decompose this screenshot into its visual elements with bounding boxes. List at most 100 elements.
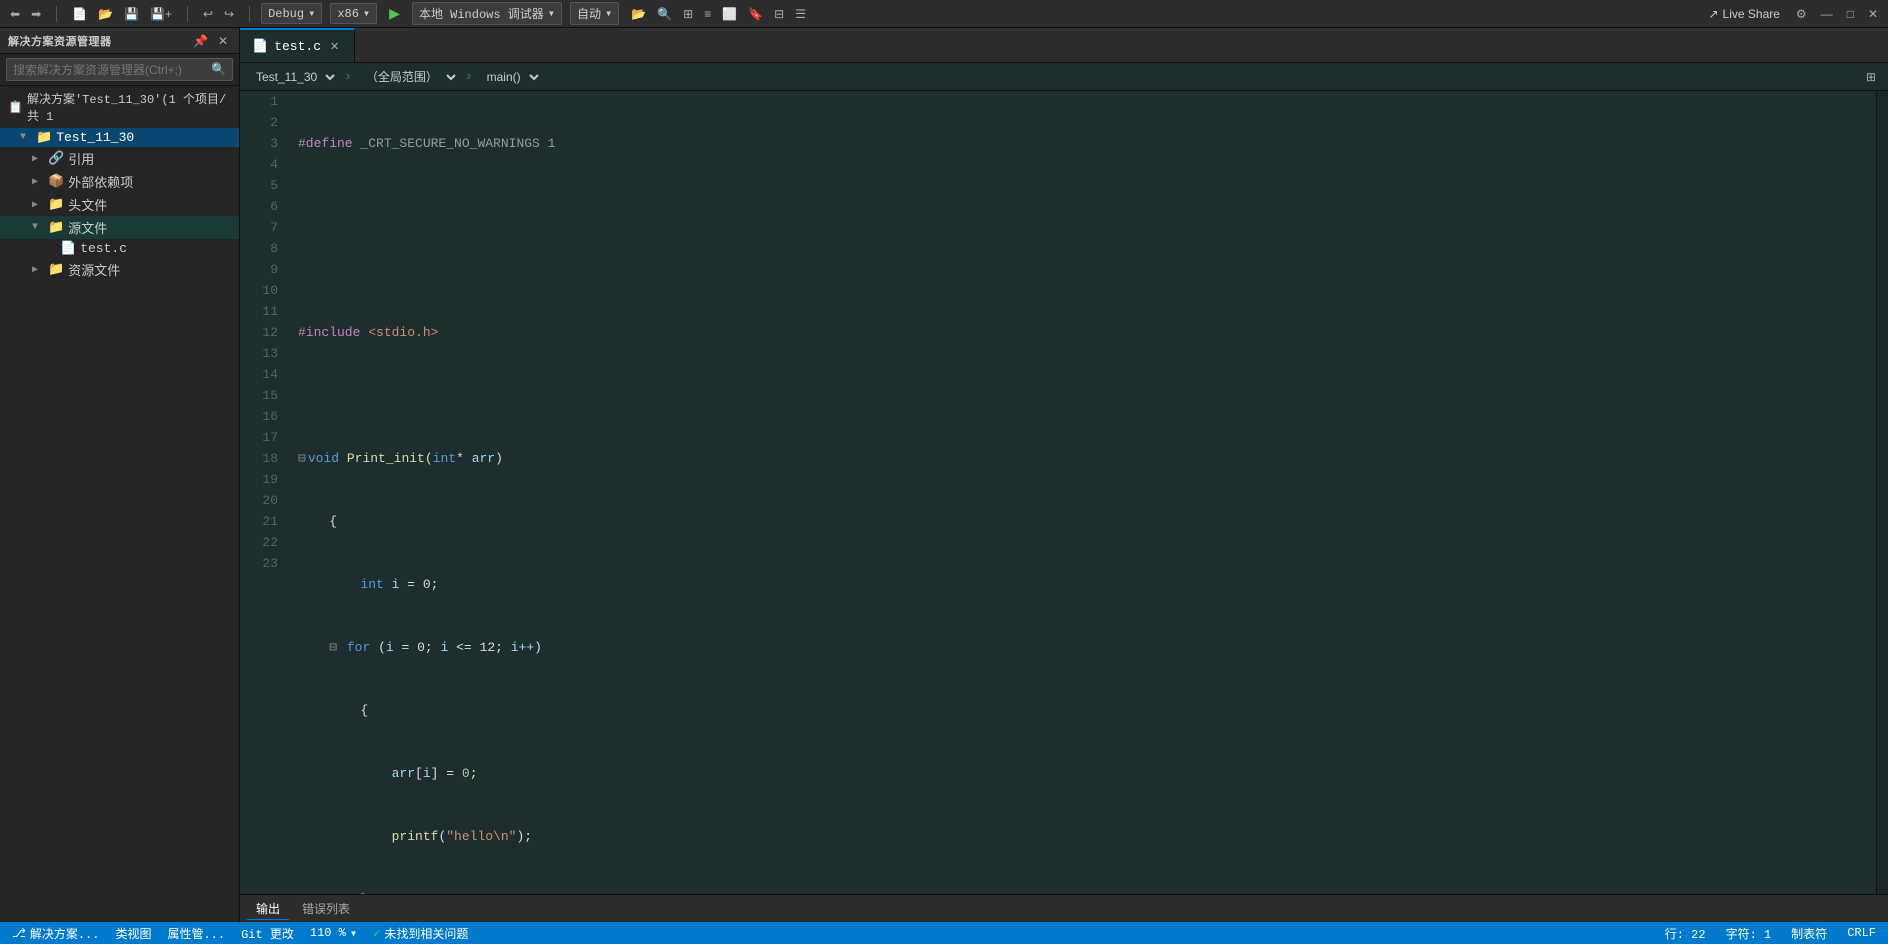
toolbar-debug-icons: 📂 🔍 ⊞ ≡ ⬜ 🔖 ⊟ ☰ <box>627 5 810 23</box>
code-line-4: #include <stdio.h> <box>298 322 1868 343</box>
line-num-23: 23 <box>248 553 278 574</box>
indent-label: 制表符 <box>1791 925 1827 942</box>
expand-arrow-sources: ▼ <box>32 222 44 233</box>
breadcrumb-scope-select[interactable]: （全局范围） <box>358 68 459 86</box>
tree-item-resources[interactable]: ▶ 📁 资源文件 <box>0 258 239 281</box>
chevron-down-icon-4: ▾ <box>605 6 612 21</box>
minimize-button[interactable]: — <box>1817 5 1837 23</box>
live-share-button[interactable]: ↗ Live Share <box>1702 5 1785 23</box>
line-num-5: 5 <box>248 175 278 196</box>
expand-arrow-references: ▶ <box>32 153 44 165</box>
toolbar-right: ↗ Live Share ⚙ — □ ✕ <box>1702 5 1882 23</box>
toolbar-nav-icons: ⬅ ➡ <box>6 5 45 23</box>
live-share-icon: ↗ <box>1708 7 1718 21</box>
solution-icon: 📋 <box>8 100 23 115</box>
breadcrumb-fn-select[interactable]: main() <box>479 68 542 86</box>
save-all-button[interactable]: 💾+ <box>146 5 176 23</box>
sidebar-title: 解决方案资源管理器 <box>8 33 112 49</box>
search-input[interactable] <box>13 63 207 77</box>
status-char[interactable]: 字符: 1 <box>1722 925 1776 942</box>
line-num-15: 15 <box>248 385 278 406</box>
code-editor[interactable]: 1 2 3 4 5 6 7 8 9 10 11 12 13 14 15 16 1… <box>240 91 1888 894</box>
platform-dropdown[interactable]: x86 ▾ <box>330 3 377 24</box>
tree-item-headers[interactable]: ▶ 📁 头文件 <box>0 193 239 216</box>
project-label: Test_11_30 <box>56 130 134 145</box>
tree-item-external-deps[interactable]: ▶ 📦 外部依赖项 <box>0 170 239 193</box>
tree-item-project[interactable]: ▼ 📁 Test_11_30 <box>0 128 239 147</box>
line-num-17: 17 <box>248 427 278 448</box>
tab-errors[interactable]: 错误列表 <box>292 898 360 919</box>
external-deps-label: 外部依赖项 <box>68 172 133 191</box>
breadcrumb-file-select[interactable]: Test_11_30 <box>248 68 338 86</box>
status-zoom[interactable]: 110 % ▾ <box>306 926 361 941</box>
tree-item-testc[interactable]: 📄 test.c <box>0 239 239 258</box>
eol-label: CRLF <box>1847 926 1876 940</box>
sidebar-close-button[interactable]: ✕ <box>215 33 231 49</box>
tab-close-button[interactable]: ✕ <box>327 39 342 54</box>
tab-testc[interactable]: 📄 test.c ✕ <box>240 28 355 62</box>
back-button[interactable]: ⬅ <box>6 5 24 23</box>
toolbar-btn-3[interactable]: ⊞ <box>679 5 697 23</box>
line-num-3: 3 <box>248 133 278 154</box>
status-solution[interactable]: ⎇ 解决方案... <box>8 925 103 942</box>
close-button[interactable]: ✕ <box>1864 5 1882 23</box>
open-button[interactable]: 📂 <box>94 5 117 23</box>
status-properties[interactable]: 属性管... <box>163 925 229 942</box>
line-num-4: 4 <box>248 154 278 175</box>
maximize-button[interactable]: □ <box>1843 5 1858 23</box>
sidebar-header-icons: 📌 ✕ <box>190 33 231 49</box>
status-indent[interactable]: 制表符 <box>1787 925 1831 942</box>
toolbar-btn-8[interactable]: ☰ <box>791 5 810 23</box>
mode-label: 自动 <box>577 5 601 22</box>
save-button[interactable]: 💾 <box>120 5 143 23</box>
forward-button[interactable]: ➡ <box>27 5 45 23</box>
line-num-6: 6 <box>248 196 278 217</box>
expand-arrow-external: ▶ <box>32 176 44 188</box>
status-git[interactable]: Git 更改 <box>237 925 298 942</box>
code-line-7: { <box>298 511 1868 532</box>
redo-button[interactable]: ↪ <box>220 5 238 23</box>
run-button[interactable]: ▶ <box>385 3 404 24</box>
chevron-down-icon-zoom: ▾ <box>350 926 357 941</box>
code-line-12: printf("hello\n"); <box>298 826 1868 847</box>
status-class-view[interactable]: 类视图 <box>111 925 155 942</box>
toolbar-btn-1[interactable]: 📂 <box>627 5 650 23</box>
status-line[interactable]: 行: 22 <box>1661 925 1710 942</box>
status-eol[interactable]: CRLF <box>1843 926 1880 940</box>
line-num-21: 21 <box>248 511 278 532</box>
mode-dropdown[interactable]: 自动 ▾ <box>570 2 619 25</box>
tab-icon: 📄 <box>252 39 268 54</box>
settings-button[interactable]: ⚙ <box>1792 5 1811 23</box>
bottom-tabs: 输出 错误列表 <box>240 894 1888 922</box>
sources-label: 源文件 <box>68 218 107 237</box>
tree-item-references[interactable]: ▶ 🔗 引用 <box>0 147 239 170</box>
code-content[interactable]: #define _CRT_SECURE_NO_WARNINGS 1 #inclu… <box>290 91 1876 894</box>
target-dropdown[interactable]: 本地 Windows 调试器 ▾ <box>412 2 562 25</box>
solution-label: 📋 解决方案'Test_11_30'(1 个项目/共 1 <box>0 86 239 128</box>
chevron-down-icon-3: ▾ <box>548 6 555 21</box>
expand-arrow-headers: ▶ <box>32 199 44 211</box>
status-ok[interactable]: ✓ 未找到相关问题 <box>369 925 472 942</box>
line-num-14: 14 <box>248 364 278 385</box>
line-num-19: 19 <box>248 469 278 490</box>
toolbar-file-icons: 📄 📂 💾 💾+ <box>68 5 176 23</box>
config-dropdown[interactable]: Debug ▾ <box>261 3 322 24</box>
sidebar-pin-button[interactable]: 📌 <box>190 33 211 49</box>
undo-button[interactable]: ↩ <box>199 5 217 23</box>
toolbar-btn-6[interactable]: 🔖 <box>744 5 767 23</box>
tree-item-sources[interactable]: ▼ 📁 源文件 <box>0 216 239 239</box>
tab-label: test.c <box>274 39 321 54</box>
toolbar-btn-5[interactable]: ⬜ <box>718 5 741 23</box>
toolbar-btn-4[interactable]: ≡ <box>700 5 715 23</box>
new-file-button[interactable]: 📄 <box>68 5 91 23</box>
testc-label: test.c <box>80 241 127 256</box>
solution-text: 解决方案'Test_11_30'(1 个项目/共 1 <box>27 90 231 124</box>
toolbar-btn-7[interactable]: ⊟ <box>770 5 788 23</box>
code-line-8: int i = 0; <box>298 574 1868 595</box>
toolbar-btn-2[interactable]: 🔍 <box>653 5 676 23</box>
ok-text: 未找到相关问题 <box>384 925 468 942</box>
line-num-13: 13 <box>248 343 278 364</box>
split-editor-button[interactable]: ⊞ <box>1862 68 1880 86</box>
config-label: Debug <box>268 7 304 21</box>
tab-output[interactable]: 输出 <box>246 898 290 920</box>
